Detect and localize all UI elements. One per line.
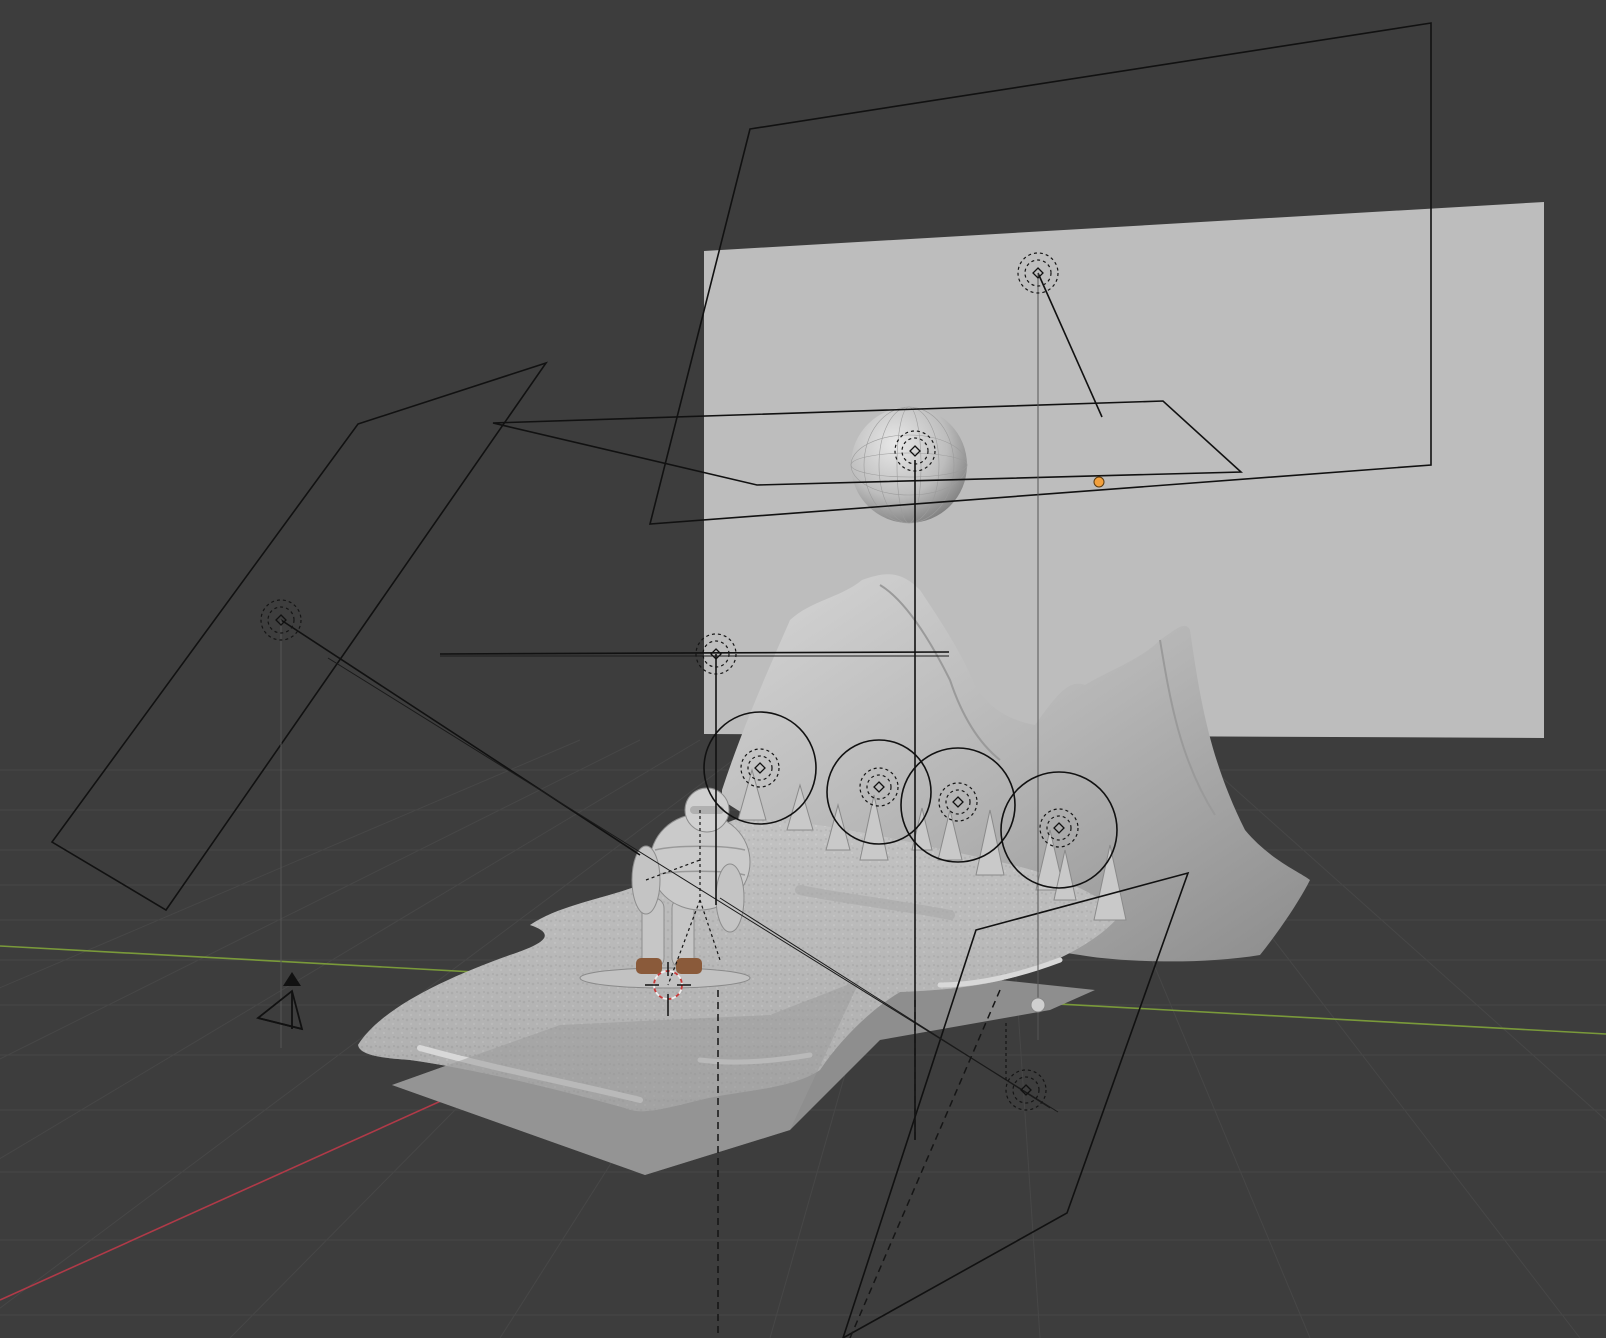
moon-sphere[interactable] [851,407,967,523]
selection-origin-dot[interactable] [1093,476,1105,488]
small-point-light[interactable] [1030,997,1046,1013]
light-direction-left [280,619,641,856]
area-light-left[interactable] [50,361,549,912]
viewport-scene[interactable] [0,0,1606,1338]
3d-viewport[interactable] [0,0,1606,1338]
light-origin-bottom-right[interactable] [1005,1069,1047,1111]
